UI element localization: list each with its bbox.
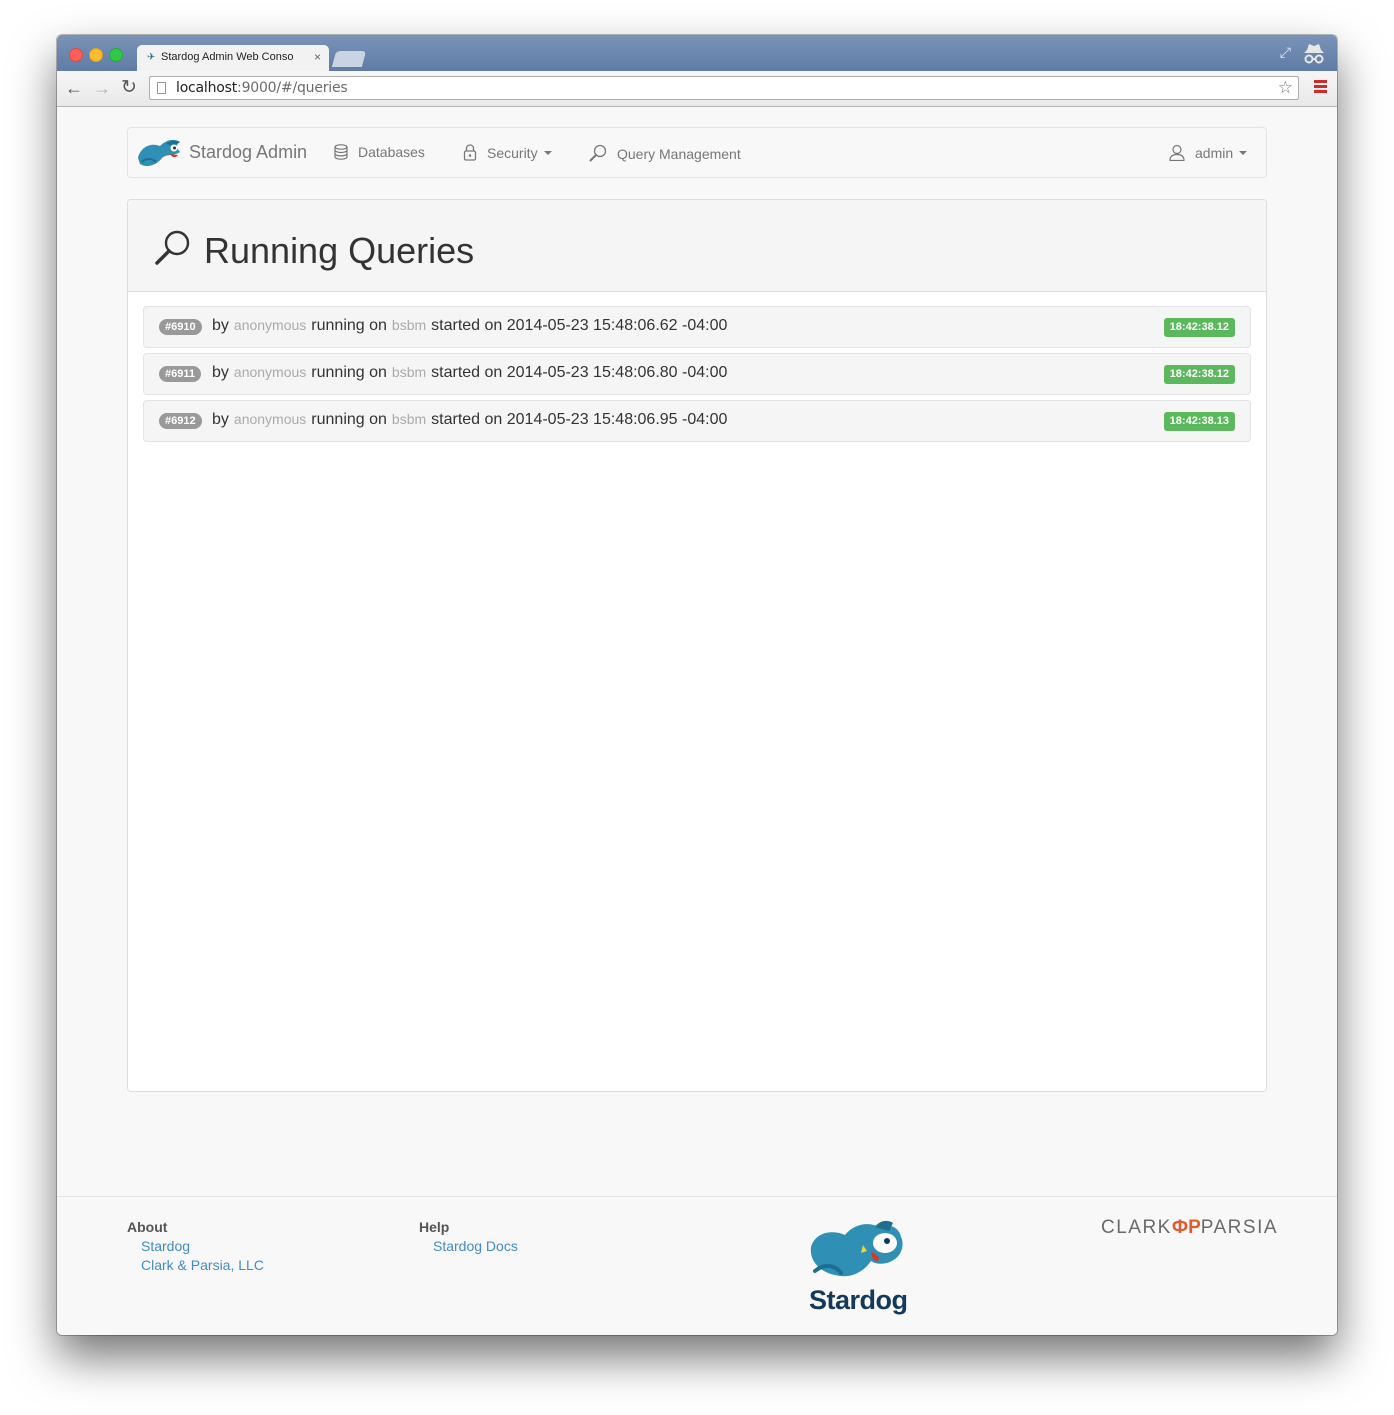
database-icon: [334, 144, 348, 160]
query-row[interactable]: #6910 by anonymous running on bsbm started o…: [143, 306, 1251, 348]
query-row[interactable]: #6912 by anonymous running on bsbm started o…: [143, 400, 1251, 442]
brand-text: Stardog Admin: [189, 142, 308, 162]
window-maximize-button[interactable]: [109, 48, 123, 62]
forward-icon[interactable]: →: [93, 77, 111, 99]
query-description: by anonymous running on bsbm started on 2014…: [212, 411, 728, 428]
query-id-badge[interactable]: #6910: [159, 319, 202, 335]
footer-link-stardog[interactable]: Stardog: [141, 1238, 190, 1254]
footer-help-heading: Help: [419, 1219, 450, 1235]
query-id-badge[interactable]: #6911: [159, 366, 201, 382]
browser-tab[interactable]: ✈ Stardog Admin Web Conso ×: [137, 45, 329, 71]
clark-parsia-mark-icon: ФP: [1171, 1217, 1201, 1238]
tab-title: Stardog Admin Web Conso: [161, 51, 294, 63]
clark-parsia-logo: CLARKФPPARSIA: [1101, 1217, 1279, 1238]
browser-menu-icon[interactable]: [1314, 80, 1327, 93]
address-bar[interactable]: localhost:9000/#/queries ☆: [149, 76, 1299, 100]
lock-icon: [463, 144, 477, 161]
user-icon: [1169, 144, 1185, 162]
incognito-icon: [1304, 44, 1324, 64]
nav-databases[interactable]: Databases: [334, 144, 425, 160]
caret-down-icon: [543, 151, 552, 155]
stardog-favicon-icon: ✈: [147, 52, 156, 63]
footer-logo-text: Stardog: [809, 1285, 908, 1315]
search-icon: [155, 230, 190, 265]
bookmark-star-icon[interactable]: ☆: [1278, 78, 1293, 98]
window-close-button[interactable]: [69, 48, 83, 62]
tab-bar: ✈ Stardog Admin Web Conso × ⤢: [57, 35, 1337, 71]
nav-databases-label: Databases: [358, 144, 425, 160]
url-text[interactable]: localhost:9000/#/queries: [176, 80, 348, 96]
nav-security-dropdown[interactable]: Security: [463, 144, 552, 161]
nav-query-management-label: Query Management: [617, 146, 741, 162]
browser-toolbar: ← → ↻ localhost:9000/#/queries ☆: [57, 71, 1337, 107]
user-menu-dropdown[interactable]: admin: [1169, 144, 1248, 162]
elapsed-time-badge: 18:42:38.12: [1163, 318, 1235, 337]
running-queries-panel: Running Queries #6910 by anonymous running…: [127, 199, 1267, 1092]
panel-heading: Running Queries: [128, 200, 1266, 292]
fullscreen-icon[interactable]: ⤢: [1280, 44, 1291, 61]
footer-link-stardog-docs[interactable]: Stardog Docs: [433, 1238, 518, 1254]
query-description: by anonymous running on bsbm started on 2014…: [212, 317, 728, 334]
reload-icon[interactable]: ↻: [121, 77, 137, 99]
tab-close-icon[interactable]: ×: [314, 50, 321, 64]
app-navbar: Stardog Admin Databases Security Query M…: [127, 127, 1267, 178]
user-menu-label: admin: [1195, 145, 1234, 161]
footer-about-heading: About: [127, 1219, 168, 1235]
page-icon: [157, 82, 166, 94]
elapsed-time-badge: 18:42:38.12: [1163, 365, 1235, 384]
search-icon: [589, 144, 607, 162]
nav-security-label: Security: [487, 145, 538, 161]
query-row[interactable]: #6911 by anonymous running on bsbm started o…: [143, 353, 1251, 395]
back-icon[interactable]: ←: [65, 77, 83, 99]
page-title: Running Queries: [204, 230, 475, 271]
query-description: by anonymous running on bsbm started on 2014…: [212, 364, 728, 381]
page-footer: About Stardog Clark & Parsia, LLC Help S…: [57, 1196, 1337, 1335]
nav-query-management[interactable]: Query Management: [589, 144, 741, 162]
query-id-badge[interactable]: #6912: [159, 413, 202, 429]
caret-down-icon: [1239, 151, 1248, 155]
elapsed-time-badge: 18:42:38.13: [1163, 412, 1235, 431]
footer-link-clark-parsia[interactable]: Clark & Parsia, LLC: [141, 1257, 264, 1273]
stardog-logo-icon: [138, 139, 180, 166]
window-minimize-button[interactable]: [89, 48, 103, 62]
browser-window: ✈ Stardog Admin Web Conso × ⤢ ← → ↻ local…: [57, 35, 1337, 1335]
new-tab-button[interactable]: [331, 51, 367, 67]
